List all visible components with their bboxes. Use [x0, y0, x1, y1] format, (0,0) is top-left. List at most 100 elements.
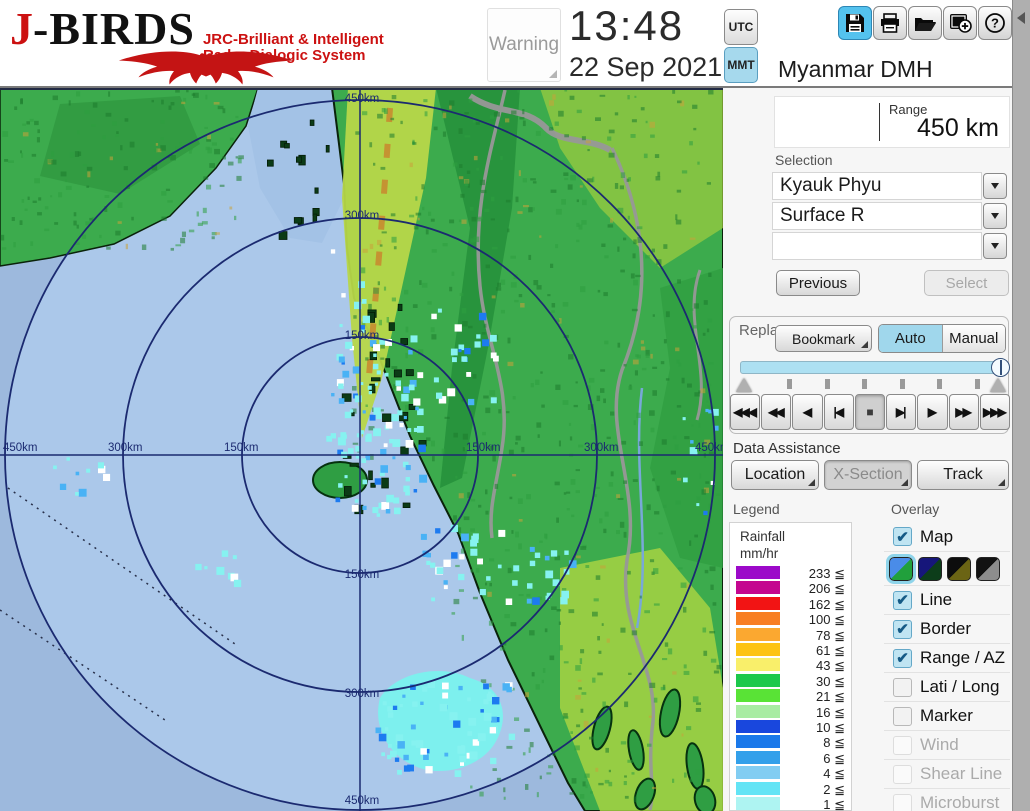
svg-text:300km: 300km [345, 210, 380, 222]
replay-progress-slider[interactable] [740, 361, 1002, 374]
overlay-item-border[interactable]: ✔Border [884, 614, 1010, 643]
legend-row: 233 ≦ [730, 565, 853, 580]
svg-text:300km: 300km [345, 688, 380, 700]
tick-mark [862, 379, 867, 389]
svg-text:150km: 150km [466, 442, 501, 454]
forward-button[interactable]: ▶▶ [949, 394, 979, 430]
print-button[interactable] [873, 6, 907, 40]
option-select-field[interactable] [772, 232, 982, 260]
range-end-marker[interactable] [990, 378, 1006, 392]
checkbox[interactable] [893, 678, 912, 697]
overlay-item-label: Lati / Long [920, 677, 999, 697]
product-select-field[interactable]: Surface R [772, 202, 982, 230]
save-button[interactable] [838, 6, 872, 40]
checkbox[interactable]: ✔ [893, 527, 912, 546]
utc-button[interactable]: UTC [724, 9, 758, 45]
step-backward-button[interactable]: |◀ [824, 394, 854, 430]
overlay-item-label: Microburst [920, 793, 999, 811]
overlay-item-label: Line [920, 590, 952, 610]
map-style-swatch[interactable] [889, 557, 913, 581]
site-select-field[interactable]: Kyauk Phyu [772, 172, 982, 200]
legend-row: 8 ≦ [730, 734, 853, 749]
island [313, 462, 367, 498]
toolbar: ? [838, 6, 1012, 40]
legend-row: 78 ≦ [730, 627, 853, 642]
manual-mode-button[interactable]: Manual [942, 325, 1006, 352]
help-button[interactable]: ? [978, 6, 1012, 40]
overlay-item-range-az[interactable]: ✔Range / AZ [884, 643, 1010, 672]
replay-group: Replay Bookmark Auto Manual ◀◀◀◀◀◀|◀■▶|▶… [729, 316, 1009, 434]
tick-mark [975, 379, 980, 389]
map-style-swatch[interactable] [976, 557, 1000, 581]
option-dropdown-button[interactable] [983, 233, 1007, 259]
previous-button[interactable]: Previous [776, 270, 860, 296]
panel-collapse-rail[interactable] [1012, 0, 1030, 811]
jbirds-logo: J -BIRDS JRC-Brilliant & Intelligent Rad… [10, 2, 410, 86]
legend-row: 206 ≦ [730, 580, 853, 595]
legend-value: 1 ≦ [823, 797, 845, 811]
checkbox[interactable]: ✔ [893, 649, 912, 668]
overlay-item-microburst: Microburst [884, 788, 1010, 811]
checkbox [893, 736, 912, 755]
legend-row: 4 ≦ [730, 765, 853, 780]
legend-swatch [736, 612, 780, 625]
overlay-item-label: Map [920, 527, 953, 547]
legend-swatch [736, 581, 780, 594]
overlay-item-line[interactable]: ✔ Line [884, 585, 1010, 614]
jbirds-app: J -BIRDS JRC-Brilliant & Intelligent Rad… [0, 0, 1030, 811]
overlay-label: Overlay [891, 501, 939, 517]
legend-swatch [736, 689, 780, 702]
replay-mode-toggle: Auto Manual [878, 324, 1006, 353]
track-button[interactable]: Track [917, 460, 1009, 490]
map-style-swatch[interactable] [918, 557, 942, 581]
add-screen-icon [948, 12, 972, 34]
open-file-button[interactable] [908, 6, 942, 40]
tick-mark [937, 379, 942, 389]
selection-label: Selection [775, 152, 833, 168]
replay-slider-handle[interactable] [991, 358, 1010, 377]
checkbox[interactable] [893, 707, 912, 726]
product-dropdown-button[interactable] [983, 203, 1007, 229]
overlay-item-lati-long[interactable]: Lati / Long [884, 672, 1010, 701]
checkbox[interactable]: ✔ [893, 620, 912, 639]
svg-text:450km: 450km [3, 442, 38, 454]
legend-row: 162 ≦ [730, 596, 853, 611]
svg-text:300km: 300km [108, 442, 143, 454]
select-button[interactable]: Select [924, 270, 1009, 296]
rewind-fast-button[interactable]: ◀◀◀ [730, 394, 760, 430]
chevron-down-icon [991, 213, 999, 219]
warning-button[interactable]: Warning [487, 8, 561, 82]
overlay-item-marker[interactable]: Marker [884, 701, 1010, 730]
play-button[interactable]: ▶ [917, 394, 947, 430]
bookmark-button[interactable]: Bookmark [775, 325, 872, 352]
svg-text:450km: 450km [345, 795, 380, 807]
chevron-down-icon [991, 243, 999, 249]
rewind-button[interactable]: ◀◀ [761, 394, 791, 430]
overlay-item-shear-line: Shear Line [884, 759, 1010, 788]
collapse-arrow-icon [1017, 12, 1025, 24]
overlay-item-map[interactable]: ✔ Map [884, 522, 1010, 551]
legend-swatch [736, 628, 780, 641]
clock-date: 22 Sep 2021 [569, 52, 722, 83]
site-dropdown-button[interactable] [983, 173, 1007, 199]
forward-fast-button[interactable]: ▶▶▶ [980, 394, 1010, 430]
map-style-swatch[interactable] [947, 557, 971, 581]
play-backward-button[interactable]: ◀ [792, 394, 822, 430]
overlay-list: ✔ Map ✔ Line ✔Border✔Range / AZ Lati / Long Ma… [884, 522, 1010, 811]
checkbox[interactable]: ✔ [893, 591, 912, 610]
add-screen-button[interactable] [943, 6, 977, 40]
overlay-item-label: Shear Line [920, 764, 1002, 784]
x-section-button[interactable]: X-Section [824, 460, 912, 490]
mmt-button[interactable]: MMT [724, 47, 758, 83]
legend-swatch [736, 797, 780, 810]
step-forward-button[interactable]: ▶| [886, 394, 916, 430]
range-start-marker[interactable] [736, 378, 752, 392]
legend-swatch [736, 643, 780, 656]
overlay-item-label: Wind [920, 735, 959, 755]
radar-map[interactable]: 450km300km150km150km300km450km450km300km… [0, 88, 723, 811]
range-box: Range 450 km [774, 96, 1010, 148]
stop-button[interactable]: ■ [855, 394, 885, 430]
replay-tick-marks [740, 377, 1002, 393]
location-button[interactable]: Location [731, 460, 819, 490]
auto-mode-button[interactable]: Auto [879, 325, 942, 352]
